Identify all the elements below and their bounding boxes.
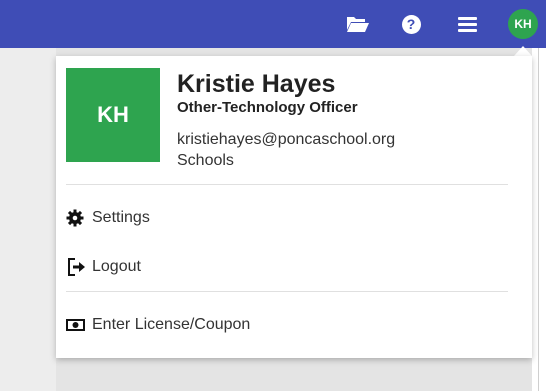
user-organization: Schools <box>177 152 234 169</box>
logout-icon <box>66 256 88 278</box>
user-role: Other-Technology Officer <box>177 99 358 116</box>
user-email: kristiehayes@poncaschool.org <box>177 131 396 148</box>
avatar: KH <box>66 68 160 162</box>
divider <box>66 184 508 185</box>
enter-license-menu-item[interactable]: Enter License/Coupon <box>66 310 250 340</box>
gear-icon <box>66 207 88 229</box>
money-bill-icon <box>66 314 88 336</box>
user-profile-dropdown: KH Kristie Hayes Other-Technology Office… <box>56 56 532 358</box>
logout-menu-item[interactable]: Logout <box>66 252 141 282</box>
top-navigation-bar: ? KH <box>0 0 546 48</box>
help-icon[interactable]: ? <box>400 0 422 48</box>
divider <box>66 291 508 292</box>
background-content <box>0 48 56 391</box>
page-scrollbar[interactable] <box>532 48 546 391</box>
settings-menu-item[interactable]: Settings <box>66 203 150 233</box>
menu-icon[interactable] <box>456 0 478 48</box>
user-avatar-button[interactable]: KH <box>508 0 538 48</box>
folder-open-icon[interactable] <box>345 0 371 48</box>
user-name: Kristie Hayes <box>177 70 336 98</box>
enter-license-label: Enter License/Coupon <box>92 316 251 333</box>
settings-label: Settings <box>92 209 150 226</box>
logout-label: Logout <box>92 258 141 275</box>
avatar-initials: KH <box>508 9 538 39</box>
dropdown-caret <box>514 46 532 56</box>
